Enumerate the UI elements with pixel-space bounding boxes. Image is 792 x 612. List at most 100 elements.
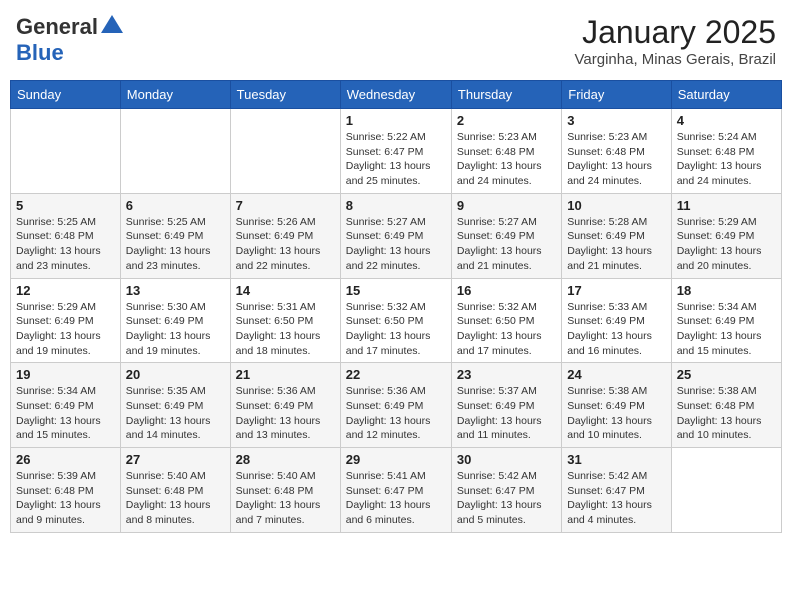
month-title: January 2025 xyxy=(575,14,776,51)
weekday-header-thursday: Thursday xyxy=(451,81,561,109)
calendar-cell: 18 Sunrise: 5:34 AMSunset: 6:49 PMDayligh… xyxy=(671,278,781,363)
title-block: January 2025 Varginha, Minas Gerais, Bra… xyxy=(575,14,776,68)
day-info: Sunrise: 5:27 AMSunset: 6:49 PMDaylight:… xyxy=(346,215,446,274)
calendar-week-row: 19 Sunrise: 5:34 AMSunset: 6:49 PMDayligh… xyxy=(11,363,782,448)
calendar-cell: 2 Sunrise: 5:23 AMSunset: 6:48 PMDaylight… xyxy=(451,109,561,194)
calendar-cell: 30Sunrise: 5:42 AMSunset: 6:47 PMDayligh… xyxy=(451,448,561,533)
calendar-week-row: 12Sunrise: 5:29 AMSunset: 6:49 PMDayligh… xyxy=(11,278,782,363)
day-info: Sunrise: 5:40 AMSunset: 6:48 PMDaylight:… xyxy=(236,469,335,528)
day-info: Sunrise: 5:29 AMSunset: 6:49 PMDaylight:… xyxy=(677,215,776,274)
calendar-cell: 3 Sunrise: 5:23 AMSunset: 6:48 PMDaylight… xyxy=(562,109,671,194)
logo-general: General xyxy=(16,14,98,40)
day-number: 19 xyxy=(16,367,115,382)
day-info: Sunrise: 5:38 AMSunset: 6:48 PMDaylight:… xyxy=(677,384,776,443)
day-number: 20 xyxy=(126,367,225,382)
calendar-cell: 26Sunrise: 5:39 AMSunset: 6:48 PMDayligh… xyxy=(11,448,121,533)
calendar-cell xyxy=(11,109,121,194)
day-info: Sunrise: 5:32 AMSunset: 6:50 PMDaylight:… xyxy=(457,300,556,359)
calendar-cell: 14 Sunrise: 5:31 AMSunset: 6:50 PMDayligh… xyxy=(230,278,340,363)
day-info: Sunrise: 5:34 AMSunset: 6:49 PMDaylight:… xyxy=(16,384,115,443)
day-info: Sunrise: 5:42 AMSunset: 6:47 PMDaylight:… xyxy=(567,469,665,528)
day-number: 13 xyxy=(126,283,225,298)
day-number: 31 xyxy=(567,452,665,467)
day-info: Sunrise: 5:33 AMSunset: 6:49 PMDaylight:… xyxy=(567,300,665,359)
day-info: Sunrise: 5:31 AMSunset: 6:50 PMDaylight:… xyxy=(236,300,335,359)
calendar-cell xyxy=(120,109,230,194)
day-number: 15 xyxy=(346,283,446,298)
day-number: 7 xyxy=(236,198,335,213)
calendar-cell: 8 Sunrise: 5:27 AMSunset: 6:49 PMDaylight… xyxy=(340,193,451,278)
day-number: 3 xyxy=(567,113,665,128)
day-info: Sunrise: 5:34 AMSunset: 6:49 PMDaylight:… xyxy=(677,300,776,359)
weekday-header-row: SundayMondayTuesdayWednesdayThursdayFrid… xyxy=(11,81,782,109)
calendar-week-row: 26Sunrise: 5:39 AMSunset: 6:48 PMDayligh… xyxy=(11,448,782,533)
day-number: 6 xyxy=(126,198,225,213)
calendar-cell: 25Sunrise: 5:38 AMSunset: 6:48 PMDayligh… xyxy=(671,363,781,448)
calendar-cell: 15Sunrise: 5:32 AMSunset: 6:50 PMDayligh… xyxy=(340,278,451,363)
calendar-cell: 21 Sunrise: 5:36 AMSunset: 6:49 PMDayligh… xyxy=(230,363,340,448)
day-info: Sunrise: 5:28 AMSunset: 6:49 PMDaylight:… xyxy=(567,215,665,274)
calendar-cell: 10 Sunrise: 5:28 AMSunset: 6:49 PMDayligh… xyxy=(562,193,671,278)
calendar-cell: 9 Sunrise: 5:27 AMSunset: 6:49 PMDaylight… xyxy=(451,193,561,278)
day-number: 10 xyxy=(567,198,665,213)
calendar-cell: 19 Sunrise: 5:34 AMSunset: 6:49 PMDayligh… xyxy=(11,363,121,448)
calendar-cell: 23Sunrise: 5:37 AMSunset: 6:49 PMDayligh… xyxy=(451,363,561,448)
calendar-cell: 5 Sunrise: 5:25 AMSunset: 6:48 PMDaylight… xyxy=(11,193,121,278)
day-number: 26 xyxy=(16,452,115,467)
day-number: 5 xyxy=(16,198,115,213)
calendar-cell: 4Sunrise: 5:24 AMSunset: 6:48 PMDaylight… xyxy=(671,109,781,194)
calendar-cell xyxy=(671,448,781,533)
calendar-cell: 1Sunrise: 5:22 AMSunset: 6:47 PMDaylight… xyxy=(340,109,451,194)
day-number: 23 xyxy=(457,367,556,382)
day-number: 18 xyxy=(677,283,776,298)
weekday-header-saturday: Saturday xyxy=(671,81,781,109)
calendar-week-row: 1Sunrise: 5:22 AMSunset: 6:47 PMDaylight… xyxy=(11,109,782,194)
weekday-header-friday: Friday xyxy=(562,81,671,109)
calendar-cell: 27Sunrise: 5:40 AMSunset: 6:48 PMDayligh… xyxy=(120,448,230,533)
calendar-cell: 20 Sunrise: 5:35 AMSunset: 6:49 PMDayligh… xyxy=(120,363,230,448)
weekday-header-wednesday: Wednesday xyxy=(340,81,451,109)
day-number: 14 xyxy=(236,283,335,298)
calendar-cell: 28Sunrise: 5:40 AMSunset: 6:48 PMDayligh… xyxy=(230,448,340,533)
calendar-cell: 11 Sunrise: 5:29 AMSunset: 6:49 PMDayligh… xyxy=(671,193,781,278)
day-info: Sunrise: 5:23 AMSunset: 6:48 PMDaylight:… xyxy=(567,130,665,189)
day-info: Sunrise: 5:38 AMSunset: 6:49 PMDaylight:… xyxy=(567,384,665,443)
day-info: Sunrise: 5:35 AMSunset: 6:49 PMDaylight:… xyxy=(126,384,225,443)
day-info: Sunrise: 5:25 AMSunset: 6:48 PMDaylight:… xyxy=(16,215,115,274)
calendar-cell: 13 Sunrise: 5:30 AMSunset: 6:49 PMDayligh… xyxy=(120,278,230,363)
day-info: Sunrise: 5:27 AMSunset: 6:49 PMDaylight:… xyxy=(457,215,556,274)
calendar-cell: 31 Sunrise: 5:42 AMSunset: 6:47 PMDayligh… xyxy=(562,448,671,533)
day-number: 21 xyxy=(236,367,335,382)
logo: General Blue xyxy=(16,14,123,66)
calendar-cell: 16 Sunrise: 5:32 AMSunset: 6:50 PMDayligh… xyxy=(451,278,561,363)
day-number: 27 xyxy=(126,452,225,467)
calendar-cell: 29Sunrise: 5:41 AMSunset: 6:47 PMDayligh… xyxy=(340,448,451,533)
day-info: Sunrise: 5:23 AMSunset: 6:48 PMDaylight:… xyxy=(457,130,556,189)
calendar-table: SundayMondayTuesdayWednesdayThursdayFrid… xyxy=(10,80,782,533)
calendar-cell: 22Sunrise: 5:36 AMSunset: 6:49 PMDayligh… xyxy=(340,363,451,448)
calendar-week-row: 5 Sunrise: 5:25 AMSunset: 6:48 PMDaylight… xyxy=(11,193,782,278)
location: Varginha, Minas Gerais, Brazil xyxy=(575,51,776,68)
calendar-cell: 24Sunrise: 5:38 AMSunset: 6:49 PMDayligh… xyxy=(562,363,671,448)
page-header: General Blue January 2025 Varginha, Mina… xyxy=(10,10,782,72)
day-number: 2 xyxy=(457,113,556,128)
calendar-cell: 12Sunrise: 5:29 AMSunset: 6:49 PMDayligh… xyxy=(11,278,121,363)
weekday-header-sunday: Sunday xyxy=(11,81,121,109)
day-info: Sunrise: 5:36 AMSunset: 6:49 PMDaylight:… xyxy=(346,384,446,443)
day-number: 11 xyxy=(677,198,776,213)
day-number: 30 xyxy=(457,452,556,467)
day-info: Sunrise: 5:36 AMSunset: 6:49 PMDaylight:… xyxy=(236,384,335,443)
day-info: Sunrise: 5:25 AMSunset: 6:49 PMDaylight:… xyxy=(126,215,225,274)
day-number: 17 xyxy=(567,283,665,298)
day-info: Sunrise: 5:30 AMSunset: 6:49 PMDaylight:… xyxy=(126,300,225,359)
day-info: Sunrise: 5:22 AMSunset: 6:47 PMDaylight:… xyxy=(346,130,446,189)
weekday-header-monday: Monday xyxy=(120,81,230,109)
day-number: 29 xyxy=(346,452,446,467)
day-number: 9 xyxy=(457,198,556,213)
day-info: Sunrise: 5:26 AMSunset: 6:49 PMDaylight:… xyxy=(236,215,335,274)
day-number: 16 xyxy=(457,283,556,298)
calendar-cell: 6 Sunrise: 5:25 AMSunset: 6:49 PMDaylight… xyxy=(120,193,230,278)
day-number: 8 xyxy=(346,198,446,213)
day-info: Sunrise: 5:24 AMSunset: 6:48 PMDaylight:… xyxy=(677,130,776,189)
calendar-cell xyxy=(230,109,340,194)
